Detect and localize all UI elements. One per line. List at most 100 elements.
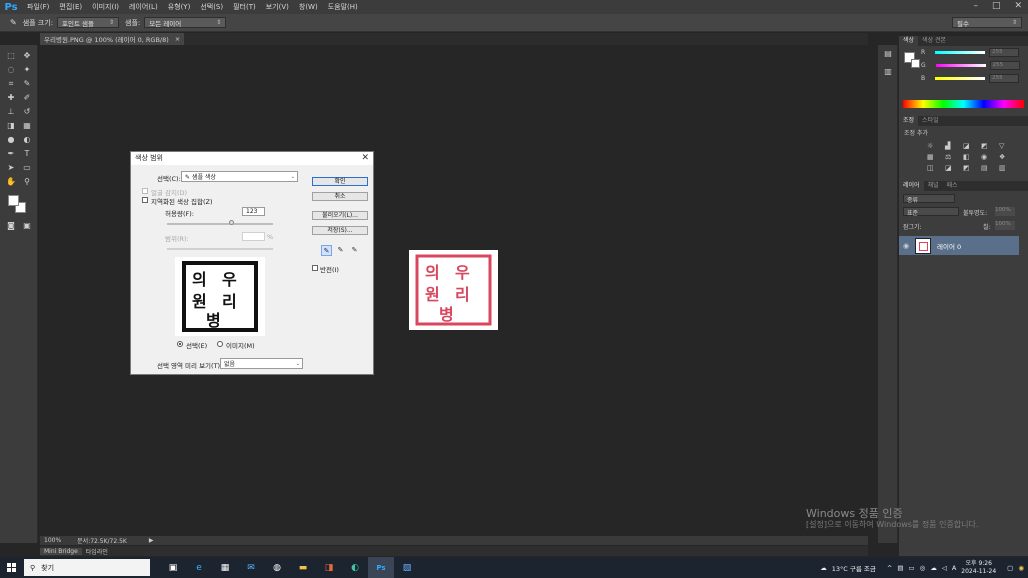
menu-edit[interactable]: 편집(E) — [54, 2, 87, 12]
close-button[interactable]: ✕ — [1014, 1, 1022, 11]
path-select-icon[interactable]: ➤ — [5, 163, 17, 173]
shape-tool-icon[interactable]: ▭ — [21, 163, 33, 173]
hand-tool-icon[interactable]: ✋ — [5, 177, 17, 187]
bw-icon[interactable]: ◧ — [963, 153, 975, 161]
document-tab[interactable]: 우리병원.PNG @ 100% (레이어 0, RGB/8) × — [40, 33, 185, 45]
channel-mixer-icon[interactable]: ❖ — [999, 153, 1011, 161]
app-icon[interactable]: ◍ — [264, 557, 290, 578]
sample-select[interactable]: 모든 레이어 ⇕ — [144, 17, 227, 28]
detect-faces-checkbox[interactable] — [142, 188, 148, 194]
healing-tool-icon[interactable]: ✚ — [5, 93, 17, 103]
exposure-icon[interactable]: ◩ — [981, 142, 993, 150]
magic-wand-icon[interactable]: ✦ — [21, 65, 33, 75]
type-tool-icon[interactable]: T — [21, 149, 33, 159]
save-button[interactable]: 저장(S)... — [312, 226, 368, 235]
eyedropper-icon[interactable]: ✎ — [10, 18, 17, 27]
explorer-icon[interactable]: ▬ — [290, 557, 316, 578]
red-slider[interactable] — [935, 51, 986, 54]
start-button[interactable] — [0, 557, 22, 578]
ie-icon[interactable]: e — [186, 557, 212, 578]
pen-tool-icon[interactable]: ✒ — [5, 149, 17, 159]
layer-row[interactable]: ◉ 레이어 0 — [899, 236, 1019, 255]
layer-filter-select[interactable]: 종류 — [903, 194, 955, 204]
tab-mini-bridge[interactable]: Mini Bridge — [40, 547, 82, 555]
tab-layers[interactable]: 레이어 — [899, 181, 924, 191]
blue-slider[interactable] — [935, 77, 986, 80]
hue-icon[interactable]: ▦ — [927, 153, 939, 161]
menu-type[interactable]: 유형(Y) — [163, 2, 196, 12]
layer-name[interactable]: 레이어 0 — [937, 241, 961, 251]
blur-tool-icon[interactable]: ● — [5, 135, 17, 145]
localized-checkbox[interactable] — [142, 197, 148, 203]
invert-checkbox[interactable] — [312, 265, 318, 271]
move-tool-icon[interactable]: ✥ — [21, 51, 33, 61]
store-icon[interactable]: ▦ — [212, 557, 238, 578]
weather-icon[interactable]: ☁ — [820, 564, 827, 572]
ok-button[interactable]: 확인 — [312, 177, 368, 186]
sample-size-select[interactable]: 포인트 샘플 ⇕ — [57, 17, 120, 28]
photoshop-taskbar-icon[interactable]: Ps — [368, 557, 394, 578]
lasso-tool-icon[interactable]: ◌ — [5, 65, 17, 75]
invert-icon[interactable]: ◫ — [927, 164, 939, 172]
red-value[interactable]: 255 — [989, 48, 1020, 57]
dialog-close-icon[interactable]: ✕ — [361, 152, 369, 165]
menu-select[interactable]: 선택(S) — [195, 2, 228, 12]
select-dropdown[interactable]: ✎ 샘플 색상 ⌄ — [181, 171, 298, 182]
menu-window[interactable]: 창(W) — [294, 2, 323, 12]
fuzziness-input[interactable]: 123 — [242, 207, 265, 216]
cloud-icon[interactable]: ☁ — [930, 564, 937, 572]
notification-icon[interactable]: ▢ — [1007, 564, 1013, 572]
stamp-tool-icon[interactable]: ⊥ — [5, 107, 17, 117]
task-view-icon[interactable]: ▣ — [160, 557, 186, 578]
eraser-tool-icon[interactable]: ◨ — [5, 121, 17, 131]
levels-icon[interactable]: ▟ — [945, 142, 957, 150]
menu-help[interactable]: 도움말(H) — [323, 2, 363, 12]
tab-timeline[interactable]: 타임라인 — [82, 547, 112, 556]
mail-icon[interactable]: ✉ — [238, 557, 264, 578]
screen-mode-icon[interactable]: ▣ — [21, 221, 33, 231]
tab-styles[interactable]: 스타일 — [918, 116, 943, 126]
eyedropper-sample-icon[interactable]: ✎ — [321, 245, 332, 256]
gradient-tool-icon[interactable]: ▦ — [21, 121, 33, 131]
marquee-tool-icon[interactable]: ⬚ — [5, 51, 17, 61]
eyedropper-tool-icon[interactable]: ✎ — [21, 79, 33, 89]
edge-icon[interactable]: ◐ — [342, 557, 368, 578]
color-spectrum[interactable] — [903, 100, 1024, 108]
tab-adjustments[interactable]: 조정 — [899, 116, 919, 126]
blue-value[interactable]: 255 — [989, 74, 1020, 83]
tab-color[interactable]: 색상 — [899, 36, 919, 46]
menu-view[interactable]: 보기(V) — [261, 2, 294, 12]
load-button[interactable]: 불러오기(L)... — [312, 211, 368, 220]
volume-icon[interactable]: ◁ — [942, 564, 947, 572]
crop-tool-icon[interactable]: ⌗ — [5, 79, 17, 89]
eyedropper-add-icon[interactable]: ✎ — [335, 245, 346, 256]
clock[interactable]: 오후 9:26 2024-11-24 — [961, 560, 996, 576]
menu-image[interactable]: 이미지(I) — [87, 2, 124, 12]
threshold-icon[interactable]: ◩ — [963, 164, 975, 172]
tray-arrow-icon[interactable]: ^ — [887, 564, 892, 572]
tab-paths[interactable]: 패스 — [943, 181, 962, 191]
dodge-tool-icon[interactable]: ◐ — [21, 135, 33, 145]
quick-mask-icon[interactable]: ◙ — [5, 221, 17, 231]
blend-mode-select[interactable]: 표준 — [903, 207, 959, 217]
tab-channels[interactable]: 채널 — [924, 181, 943, 191]
green-slider[interactable] — [935, 64, 986, 67]
properties-panel-icon[interactable]: ▥ — [882, 67, 894, 77]
gradient-map-icon[interactable]: ▤ — [981, 164, 993, 172]
posterize-icon[interactable]: ◪ — [945, 164, 957, 172]
maximize-button[interactable]: □ — [992, 1, 1001, 11]
eyedropper-subtract-icon[interactable]: ✎ — [349, 245, 360, 256]
menu-file[interactable]: 파일(F) — [22, 2, 54, 12]
radio-selection[interactable] — [177, 341, 183, 347]
menu-filter[interactable]: 필터(T) — [228, 2, 261, 12]
vibrance-icon[interactable]: ▽ — [999, 142, 1011, 150]
taskbar-search[interactable]: ⚲ 찾기 — [24, 559, 150, 576]
fuzziness-slider[interactable] — [167, 223, 273, 225]
history-brush-icon[interactable]: ↺ — [21, 107, 33, 117]
minimize-button[interactable]: – — [973, 1, 978, 11]
widget-icon[interactable]: ◉ — [1018, 564, 1024, 572]
menu-layer[interactable]: 레이어(L) — [124, 2, 163, 12]
zoom-tool-icon[interactable]: ⚲ — [21, 177, 33, 187]
ime-indicator[interactable]: A — [952, 564, 956, 572]
visibility-eye-icon[interactable]: ◉ — [903, 242, 909, 250]
